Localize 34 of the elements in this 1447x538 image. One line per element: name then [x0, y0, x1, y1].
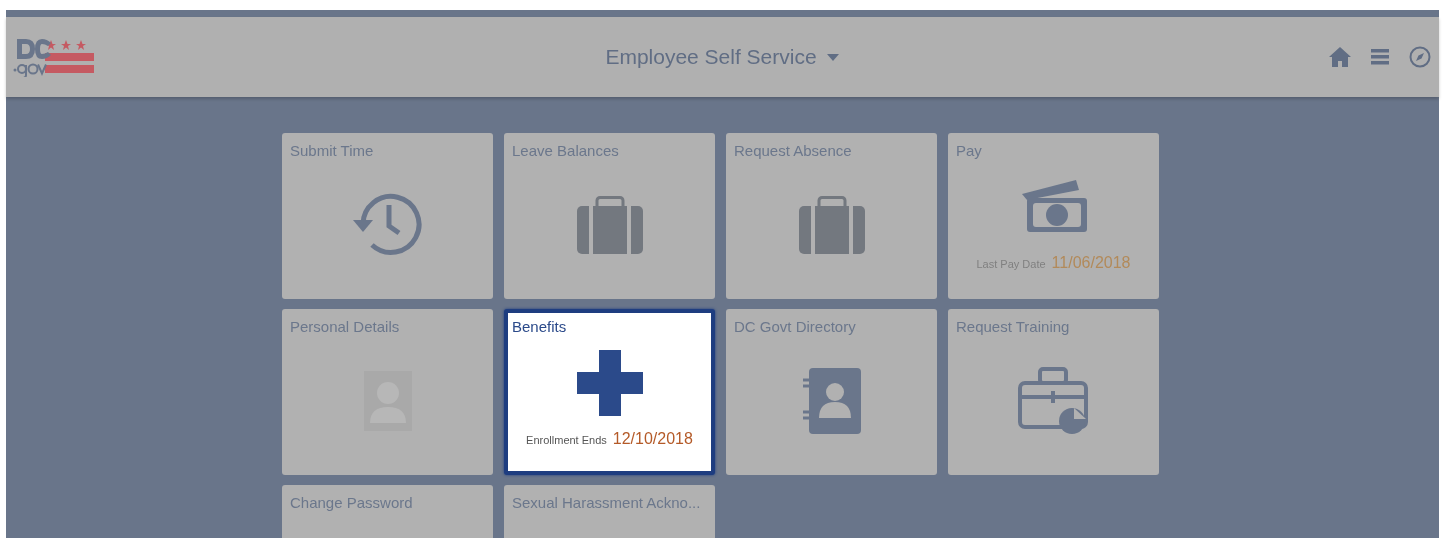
- briefcase-icon: [576, 195, 643, 254]
- tile-title: Sexual Harassment Ackno...: [512, 494, 701, 511]
- app-tile[interactable]: Leave Balances: [504, 133, 715, 299]
- tile-title: Change Password: [290, 494, 413, 511]
- history-clock-icon: [352, 191, 423, 258]
- tile-title: Pay: [956, 142, 982, 159]
- info-label: Enrollment Ends: [526, 434, 607, 446]
- briefcase-chart-icon: [1017, 366, 1090, 435]
- app-tile[interactable]: Request Training: [948, 309, 1159, 475]
- compass-icon[interactable]: [1409, 46, 1431, 68]
- home-icon[interactable]: [1329, 47, 1351, 67]
- app-tile[interactable]: Sexual Harassment Ackno...: [504, 485, 715, 538]
- app-tile[interactable]: DC Govt Directory: [726, 309, 937, 475]
- tile-title: Benefits: [512, 318, 567, 335]
- info-date: 12/10/2018: [612, 430, 693, 448]
- money-icon: [1020, 179, 1087, 234]
- app-tile[interactable]: Submit Time: [282, 133, 493, 299]
- tile-title: Personal Details: [290, 318, 400, 335]
- tile-title: DC Govt Directory: [734, 318, 856, 335]
- briefcase-icon: [798, 195, 865, 254]
- tile-title: Leave Balances: [512, 142, 619, 159]
- app-tile[interactable]: Request Absence: [726, 133, 937, 299]
- caret-icon: [826, 53, 839, 61]
- info-date: 11/06/2018: [1051, 254, 1131, 272]
- app-tile[interactable]: Benefits Enrollment Ends 12/10/2018: [504, 309, 715, 475]
- tile-title: Submit Time: [290, 142, 374, 159]
- address-book-icon: [802, 367, 861, 434]
- menu-icon[interactable]: [1371, 49, 1389, 65]
- tile-title: Request Training: [956, 318, 1070, 335]
- app-title-dropdown[interactable]: Employee Self Service: [605, 45, 839, 69]
- plus-icon: [576, 349, 643, 416]
- app-tile[interactable]: Change Password: [282, 485, 493, 538]
- app-tile[interactable]: Personal Details: [282, 309, 493, 475]
- tile-title: Request Absence: [734, 142, 852, 159]
